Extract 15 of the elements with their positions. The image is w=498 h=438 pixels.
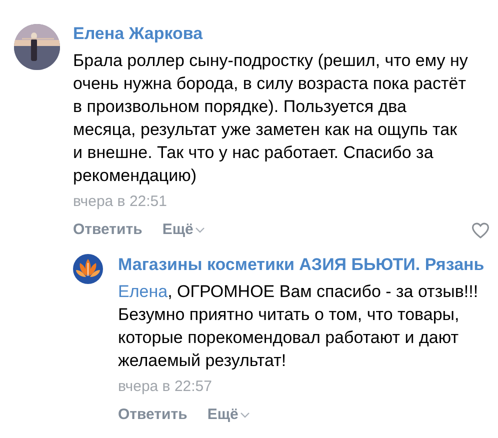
more-button[interactable]: Ещё [207, 404, 250, 426]
comment-text: Брала роллер сыну-подростку (решил, что ему ну очень нужна борода, в силу возраста пока растёт в произвольном порядке). Пользуется два месяца, результат уже заметен как на ощупь так и внешне. Так что у нас работает. Спасибо за рекомендацию) [73, 50, 469, 187]
reply-button[interactable]: Ответить [118, 404, 188, 426]
comment-text: Елена, ОГРОМНОЕ Вам спасибо - за отзыв!!! Безумно приятно читать о том, что товары, которые порекомендовал работают и дают желаемый результат! [118, 281, 480, 372]
lotus-icon [73, 254, 103, 284]
chevron-down-icon [195, 227, 206, 233]
reply-button[interactable]: Ответить [73, 219, 142, 241]
mention-link[interactable]: Елена [118, 282, 168, 301]
timestamp: вчера в 22:57 [118, 377, 213, 397]
chevron-down-icon [240, 412, 250, 418]
author-name[interactable]: Елена Жаркова [73, 22, 494, 46]
more-button[interactable]: Ещё [162, 219, 206, 241]
author-name[interactable]: Магазины косметики АЗИЯ БЬЮТИ. Рязань [118, 253, 494, 277]
timestamp: вчера в 22:51 [73, 192, 168, 212]
heart-icon[interactable] [471, 222, 490, 238]
